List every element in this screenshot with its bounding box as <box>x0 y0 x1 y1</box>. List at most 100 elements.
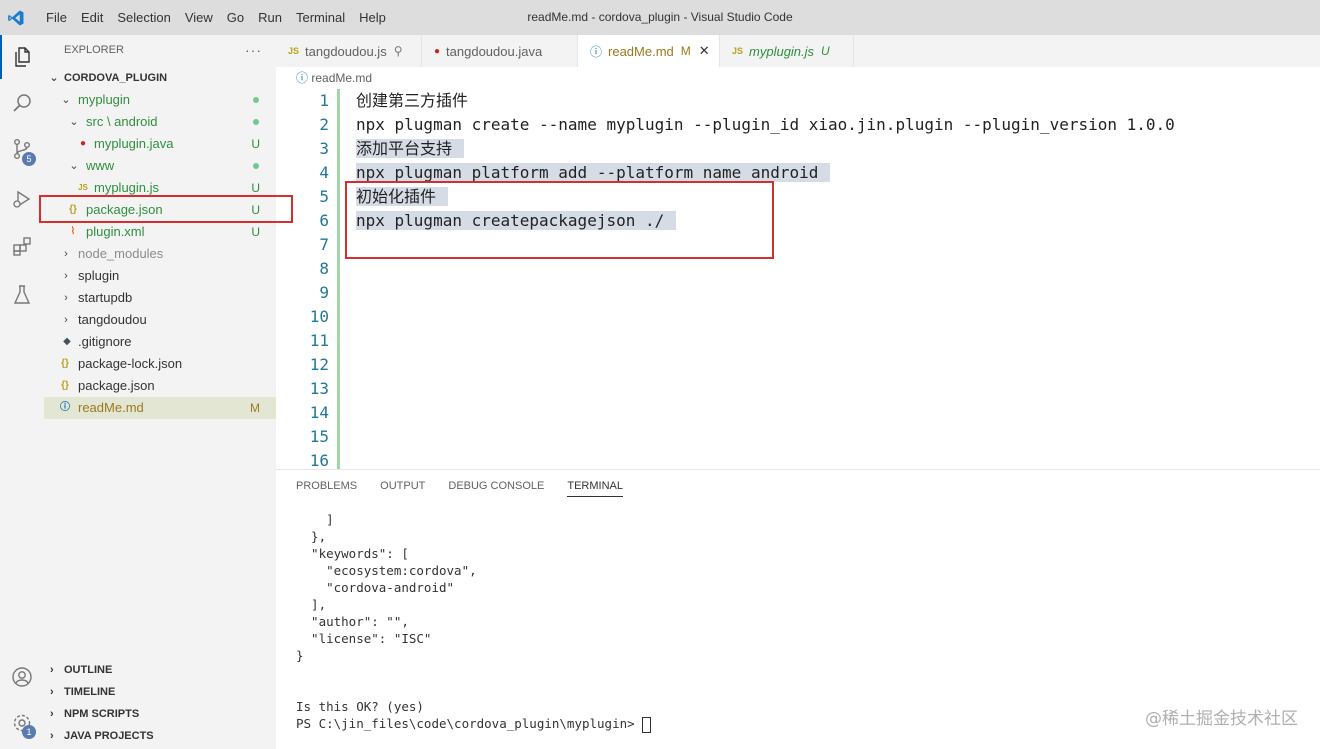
terminal-line: "ecosystem:cordova", <box>296 563 477 578</box>
git-added-gutter-indicator <box>337 89 340 469</box>
pin-icon[interactable]: ⚲ <box>394 44 403 58</box>
terminal-line: }, <box>296 529 327 544</box>
tree-file-myplugin-java[interactable]: ● myplugin.java U <box>44 133 276 155</box>
settings-gear-icon[interactable]: 1 <box>0 701 44 745</box>
tree-folder-www[interactable]: ⌄ www <box>44 155 276 177</box>
terminal-line: ] <box>296 512 334 527</box>
git-status-dot <box>253 119 259 125</box>
chevron-right-icon: › <box>50 686 54 698</box>
tree-file-package-lock-json[interactable]: {} package-lock.json <box>44 353 276 375</box>
line-number: 9 <box>319 283 329 302</box>
menu-view[interactable]: View <box>178 0 220 35</box>
workspace-root[interactable]: ⌄ CORDOVA_PLUGIN <box>44 67 276 89</box>
chevron-down-icon: ⌄ <box>61 94 71 106</box>
tab-tangdoudou-js[interactable]: JS tangdoudou.js ⚲ <box>276 35 422 67</box>
js-file-icon: JS <box>288 46 300 56</box>
line-number: 16 <box>309 451 329 469</box>
sidebar-collapsed-panels: › OUTLINE › TIMELINE › NPM SCRIPTS › JAV… <box>44 659 276 747</box>
chevron-right-icon: › <box>50 708 54 720</box>
line-number: 3 <box>319 139 329 158</box>
js-file-icon: JS <box>732 46 744 56</box>
terminal-output[interactable]: ] }, "keywords": [ "ecosystem:cordova", … <box>296 511 652 733</box>
title-bar: File Edit Selection View Go Run Terminal… <box>0 0 1320 35</box>
chevron-down-icon: ⌄ <box>69 116 79 128</box>
line-number: 13 <box>309 379 329 398</box>
editor-tabs: JS tangdoudou.js ⚲ ● tangdoudou.java ⓘ r… <box>276 35 1320 67</box>
timeline-section[interactable]: › TIMELINE <box>44 681 276 703</box>
java-file-icon: ● <box>434 45 441 57</box>
tab-tangdoudou-java[interactable]: ● tangdoudou.java <box>422 35 578 67</box>
terminal-prompt: PS C:\jin_files\code\cordova_plugin\mypl… <box>296 716 643 731</box>
java-projects-section[interactable]: › JAVA PROJECTS <box>44 725 276 747</box>
annotation-highlight-box <box>39 195 293 223</box>
code-editor[interactable]: 1 2 3 4 5 6 7 8 9 10 11 12 13 14 15 16 创… <box>276 89 1320 469</box>
chevron-right-icon: › <box>64 248 68 260</box>
tree-file-gitignore[interactable]: ◆ .gitignore <box>44 331 276 353</box>
tab-problems[interactable]: PROBLEMS <box>296 480 357 497</box>
explorer-icon[interactable] <box>0 35 44 79</box>
line-number: 12 <box>309 355 329 374</box>
json-file-icon: {} <box>61 380 69 391</box>
activity-bar: 5 1 <box>0 35 44 749</box>
menu-run[interactable]: Run <box>251 0 289 35</box>
testing-flask-icon[interactable] <box>0 273 44 317</box>
tab-myplugin-js[interactable]: JS myplugin.js U <box>720 35 854 67</box>
source-control-icon[interactable]: 5 <box>0 127 44 171</box>
explorer-header: EXPLORER ··· <box>44 35 276 65</box>
menu-terminal[interactable]: Terminal <box>289 0 352 35</box>
tree-file-package-json-root[interactable]: {} package.json <box>44 375 276 397</box>
account-icon[interactable] <box>0 655 44 699</box>
npm-scripts-section[interactable]: › NPM SCRIPTS <box>44 703 276 725</box>
panel-tabs: PROBLEMS OUTPUT DEBUG CONSOLE TERMINAL <box>296 480 646 497</box>
tree-folder-tangdoudou[interactable]: › tangdoudou <box>44 309 276 331</box>
terminal-prompt-line[interactable]: PS C:\jin_files\code\cordova_plugin\mypl… <box>296 715 652 733</box>
source-control-badge: 5 <box>22 152 36 166</box>
terminal-cursor <box>642 716 652 733</box>
info-icon: ⓘ <box>296 71 309 85</box>
breadcrumb[interactable]: ⓘ readMe.md <box>276 67 1320 89</box>
menu-go[interactable]: Go <box>220 0 251 35</box>
close-icon[interactable]: ✕ <box>699 43 710 59</box>
menu-file[interactable]: File <box>39 0 74 35</box>
search-icon[interactable] <box>0 81 44 125</box>
tree-folder-node-modules[interactable]: › node_modules <box>44 243 276 265</box>
tab-debug-console[interactable]: DEBUG CONSOLE <box>448 480 544 497</box>
tab-readme-md[interactable]: ⓘ readMe.md M ✕ <box>578 35 720 67</box>
run-debug-icon[interactable] <box>0 177 44 221</box>
tree-folder-src-android[interactable]: ⌄ src \ android <box>44 111 276 133</box>
json-file-icon: {} <box>61 358 69 369</box>
file-tree: ⌄ CORDOVA_PLUGIN ⌄ myplugin ⌄ src \ andr… <box>44 67 276 419</box>
tree-folder-splugin[interactable]: › splugin <box>44 265 276 287</box>
line-number: 15 <box>309 427 329 446</box>
chevron-right-icon: › <box>64 292 68 304</box>
outline-section[interactable]: › OUTLINE <box>44 659 276 681</box>
java-file-icon: ● <box>79 138 87 149</box>
line-number: 14 <box>309 403 329 422</box>
menu-selection[interactable]: Selection <box>110 0 177 35</box>
tree-folder-startupdb[interactable]: › startupdb <box>44 287 276 309</box>
terminal-line: ], <box>296 597 327 612</box>
bottom-panel: PROBLEMS OUTPUT DEBUG CONSOLE TERMINAL ]… <box>276 469 1320 749</box>
more-actions-icon[interactable]: ··· <box>245 42 262 58</box>
tree-file-readme-md[interactable]: ⓘ readMe.md M <box>44 397 276 419</box>
menu-help[interactable]: Help <box>352 0 393 35</box>
menu-bar: File Edit Selection View Go Run Terminal… <box>39 0 393 35</box>
chevron-right-icon: › <box>50 664 54 676</box>
info-icon: ⓘ <box>590 44 603 59</box>
terminal-line: Is this OK? (yes) <box>296 699 424 714</box>
tab-terminal[interactable]: TERMINAL <box>567 480 623 497</box>
tree-file-plugin-xml[interactable]: ⌇ plugin.xml U <box>44 221 276 243</box>
xml-rss-file-icon: ⌇ <box>70 226 76 237</box>
terminal-line: "keywords": [ <box>296 546 409 561</box>
chevron-down-icon: ⌄ <box>49 72 59 84</box>
settings-badge: 1 <box>22 725 36 739</box>
menu-edit[interactable]: Edit <box>74 0 110 35</box>
explorer-title: EXPLORER <box>64 44 124 56</box>
line-number-gutter: 1 2 3 4 5 6 7 8 9 10 11 12 13 14 15 16 <box>276 89 332 469</box>
extensions-icon[interactable] <box>0 225 44 269</box>
terminal-line: "cordova-android" <box>296 580 455 595</box>
tree-folder-myplugin[interactable]: ⌄ myplugin <box>44 89 276 111</box>
chevron-down-icon: ⌄ <box>69 160 79 172</box>
tab-output[interactable]: OUTPUT <box>380 480 425 497</box>
